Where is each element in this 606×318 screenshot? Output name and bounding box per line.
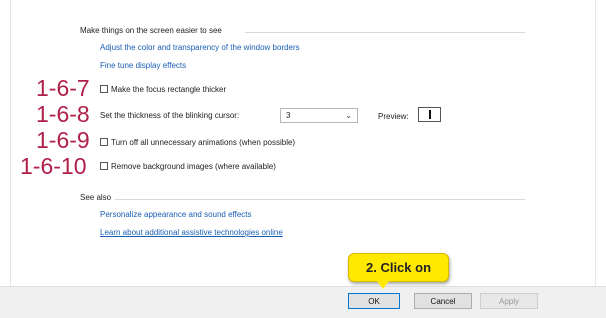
option-remove-background-images[interactable]: Remove background images (where availabl… [100, 160, 276, 172]
preview-label: Preview: [378, 112, 409, 121]
cursor-caret-icon [429, 110, 431, 119]
section-title-screen: Make things on the screen easier to see [80, 26, 222, 35]
fine-tune-display-effects-link[interactable]: Fine tune display effects [100, 61, 186, 70]
cursor-thickness-dropdown[interactable]: 3 ⌄ [280, 108, 358, 123]
ok-button[interactable]: OK [348, 293, 400, 309]
step-annotation: 1-6-9 [36, 127, 90, 153]
cancel-button[interactable]: Cancel [414, 293, 472, 309]
checkbox[interactable] [100, 138, 108, 146]
adjust-color-transparency-link[interactable]: Adjust the color and transparency of the… [100, 43, 300, 52]
cursor-preview [418, 107, 441, 122]
option-label: Remove background images (where availabl… [111, 161, 276, 171]
click-instruction-callout: 2. Click on [348, 253, 449, 282]
checkbox[interactable] [100, 162, 108, 170]
personalize-appearance-link[interactable]: Personalize appearance and sound effects [100, 210, 252, 219]
step-annotation: 1-6-8 [36, 101, 90, 127]
dropdown-value: 3 [286, 111, 291, 120]
option-turn-off-animations[interactable]: Turn off all unnecessary animations (whe… [100, 136, 295, 148]
section-divider [245, 32, 525, 33]
section-title-see-also: See also [80, 193, 112, 202]
section-divider [115, 199, 525, 200]
option-label: Turn off all unnecessary animations (whe… [111, 137, 296, 147]
option-label: Set the thickness of the blinking cursor… [100, 110, 240, 120]
divider [595, 0, 596, 286]
assistive-technologies-link[interactable]: Learn about additional assistive technol… [100, 228, 283, 237]
chevron-down-icon: ⌄ [345, 111, 352, 120]
callout-pointer [377, 281, 389, 289]
checkbox[interactable] [100, 85, 108, 93]
option-label: Make the focus rectangle thicker [111, 84, 227, 94]
step-annotation: 1-6-10 [20, 153, 87, 179]
ease-of-access-panel: Make things on the screen easier to see … [0, 0, 606, 286]
apply-button[interactable]: Apply [480, 293, 538, 309]
divider [10, 0, 11, 286]
step-annotation: 1-6-7 [36, 75, 90, 101]
option-focus-rectangle[interactable]: Make the focus rectangle thicker [100, 83, 226, 95]
option-cursor-thickness: Set the thickness of the blinking cursor… [100, 109, 239, 121]
